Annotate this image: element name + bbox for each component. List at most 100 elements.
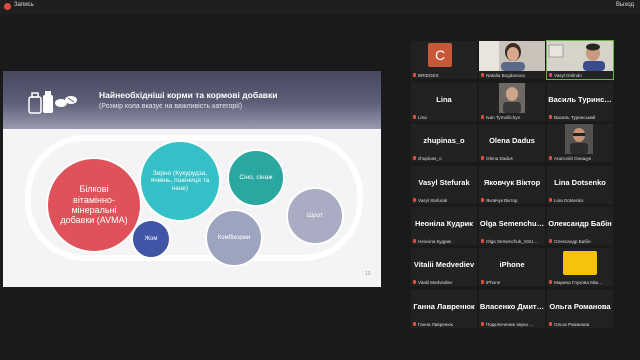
participant-tile[interactable]: Яковчук Віктор Яковчук Віктор	[479, 166, 545, 204]
circle-grain: Зерно (Кукурудза, ячмінь, пшениця та інш…	[139, 140, 221, 222]
participant-name: Lina Dotsenko	[554, 198, 584, 203]
participant-tile[interactable]: C BRIDGES	[411, 41, 477, 79]
participant-tile[interactable]: iPhone iPhone	[479, 248, 545, 286]
participant-name: Яковчук Віктор	[486, 198, 518, 203]
participant-name: Olga Semenchuk_SSU…	[486, 239, 538, 244]
participant-tile[interactable]: Власенко Дмит… Подключение звука ...	[479, 290, 545, 328]
slide-title: Найнеобхідніші корми та кормові добавки	[99, 90, 278, 100]
circle-label: Зерно (Кукурудза, ячмінь, пшениця та інш…	[150, 169, 210, 192]
participant-display-name: Olena Dadus	[489, 136, 535, 145]
participant-name: Неоніла Кудрик	[418, 239, 452, 244]
exit-button[interactable]: Выход	[616, 2, 634, 8]
mic-muted-icon	[481, 239, 484, 243]
circle-label: Білкові вітамінно-мінеральні добавки (AV…	[60, 184, 128, 226]
mic-muted-icon	[413, 156, 416, 160]
participant-tile[interactable]: Olena Dadus Olena Dadus	[479, 124, 545, 162]
participant-tile[interactable]: Неоніла Кудрик Неоніла Кудрик	[411, 207, 477, 245]
participant-video	[499, 83, 525, 113]
slide-header: Найнеобхідніші корми та кормові добавки …	[3, 71, 381, 129]
participant-tile-active-speaker[interactable]: Vasyl Dolindo	[546, 40, 614, 80]
recording-label: Запись	[14, 2, 34, 8]
participant-tile[interactable]: Анатолій Онищук	[547, 124, 613, 162]
participant-card-image	[563, 251, 597, 275]
participant-name: Lina	[418, 115, 427, 120]
circle-compound-feed: Комбікорми	[205, 209, 263, 267]
recording-icon	[4, 3, 11, 10]
mic-muted-icon	[413, 198, 416, 202]
circle-label: Сіно, сінаж	[239, 174, 273, 182]
participant-display-name: Vitalii Medvediev	[413, 260, 475, 269]
circle-protein-supplements: Білкові вітамінно-мінеральні добавки (AV…	[46, 157, 142, 253]
participant-name: zhupinas_o	[418, 156, 442, 161]
circle-label: Комбікорми	[217, 234, 251, 241]
circle-label: Жом	[144, 235, 158, 242]
participant-display-name: Василь Туринс…	[548, 95, 612, 104]
participant-name: Vasyl Dolindo	[554, 73, 582, 78]
participant-name: Ганна Лавренюк	[418, 322, 453, 327]
mic-muted-icon	[549, 198, 552, 202]
mic-muted-icon	[549, 280, 552, 284]
top-bar: Запись Выход	[0, 0, 640, 14]
mic-muted-icon	[413, 73, 416, 77]
participant-display-name: Vasyl Stefurak	[418, 178, 470, 187]
participant-name: iPhone	[486, 280, 501, 285]
participant-video	[565, 124, 593, 154]
shared-screen: Найнеобхідніші корми та кормові добавки …	[3, 71, 381, 287]
mic-muted-icon	[549, 322, 552, 326]
mic-muted-icon	[413, 239, 416, 243]
participant-name: Vitalii Medvediev	[418, 280, 453, 285]
participant-tile[interactable]: Vitalii Medvediev Vitalii Medvediev	[411, 248, 477, 286]
participant-name: Natalia Bogdanova	[486, 73, 525, 78]
participant-tile[interactable]: Ганна Лавренюк Ганна Лавренюк	[411, 290, 477, 328]
participant-display-name: Олександр Бабін	[548, 219, 612, 228]
participant-name: Vasyl Stefurak	[418, 198, 448, 203]
participant-name: Ivan Tymofiichyn	[486, 115, 521, 120]
participant-tile[interactable]: Vasyl Stefurak Vasyl Stefurak	[411, 166, 477, 204]
participant-video	[547, 41, 613, 71]
mic-muted-icon	[413, 322, 416, 326]
participant-tile[interactable]: Ольга Романова Ольга Романова	[547, 290, 613, 328]
circle-meal: Шрот	[286, 187, 344, 245]
circle-pulp: Жом	[131, 219, 171, 259]
mic-muted-icon	[481, 115, 484, 119]
mic-muted-icon	[481, 156, 484, 160]
participant-video	[479, 41, 545, 71]
participant-tile[interactable]: Ivan Tymofiichyn	[479, 83, 545, 121]
mic-muted-icon	[549, 115, 552, 119]
slide-subtitle: (Розмір кола вказує на важливість катего…	[99, 103, 243, 110]
participant-tile[interactable]: Natalia Bogdanova	[479, 41, 545, 79]
participant-display-name: zhupinas_o	[423, 136, 465, 145]
participant-display-name: Ольга Романова	[549, 302, 611, 311]
participant-tile[interactable]: Olga Semenchu… Olga Semenchuk_SSU…	[479, 207, 545, 245]
mic-muted-icon	[481, 280, 484, 284]
participant-tile[interactable]: Олександр Бабін Олександр Бабін	[547, 207, 613, 245]
avatar: C	[428, 43, 452, 67]
participant-tile[interactable]: Марина Глухова Між…	[547, 248, 613, 286]
participant-display-name: Ганна Лавренюк	[413, 302, 475, 311]
circle-hay: Сіно, сінаж	[227, 149, 285, 207]
circle-label: Шрот	[306, 212, 324, 220]
participant-display-name: Lina	[436, 95, 452, 104]
mic-muted-icon	[481, 322, 484, 326]
mic-muted-icon	[413, 280, 416, 284]
participant-name: Марина Глухова Між…	[554, 280, 603, 285]
mic-muted-icon	[481, 73, 484, 77]
participant-tile[interactable]: Василь Туринс… Василь Туринський	[547, 83, 613, 121]
participant-display-name: Olga Semenchu…	[479, 219, 545, 228]
participant-display-name: Власенко Дмит…	[479, 302, 545, 311]
participant-display-name: Яковчук Віктор	[483, 178, 541, 187]
participant-tile[interactable]: Lina Lina	[411, 83, 477, 121]
participant-tile[interactable]: Lina Dotsenko Lina Dotsenko	[547, 166, 613, 204]
participant-display-name: Неоніла Кудрик	[414, 219, 474, 228]
mic-muted-icon	[549, 239, 552, 243]
mic-muted-icon	[549, 73, 552, 77]
feed-bottles-icon	[28, 91, 77, 114]
participant-name: Василь Туринський	[554, 115, 596, 120]
participant-name: Подключение звука ...	[486, 322, 533, 327]
participant-name: Ольга Романова	[554, 322, 590, 327]
participant-tile[interactable]: zhupinas_o zhupinas_o	[411, 124, 477, 162]
participant-display-name: iPhone	[499, 260, 525, 269]
participant-name: Олександр Бабін	[554, 239, 591, 244]
participant-name: Olena Dadus	[486, 156, 513, 161]
participant-display-name: Lina Dotsenko	[554, 178, 606, 187]
